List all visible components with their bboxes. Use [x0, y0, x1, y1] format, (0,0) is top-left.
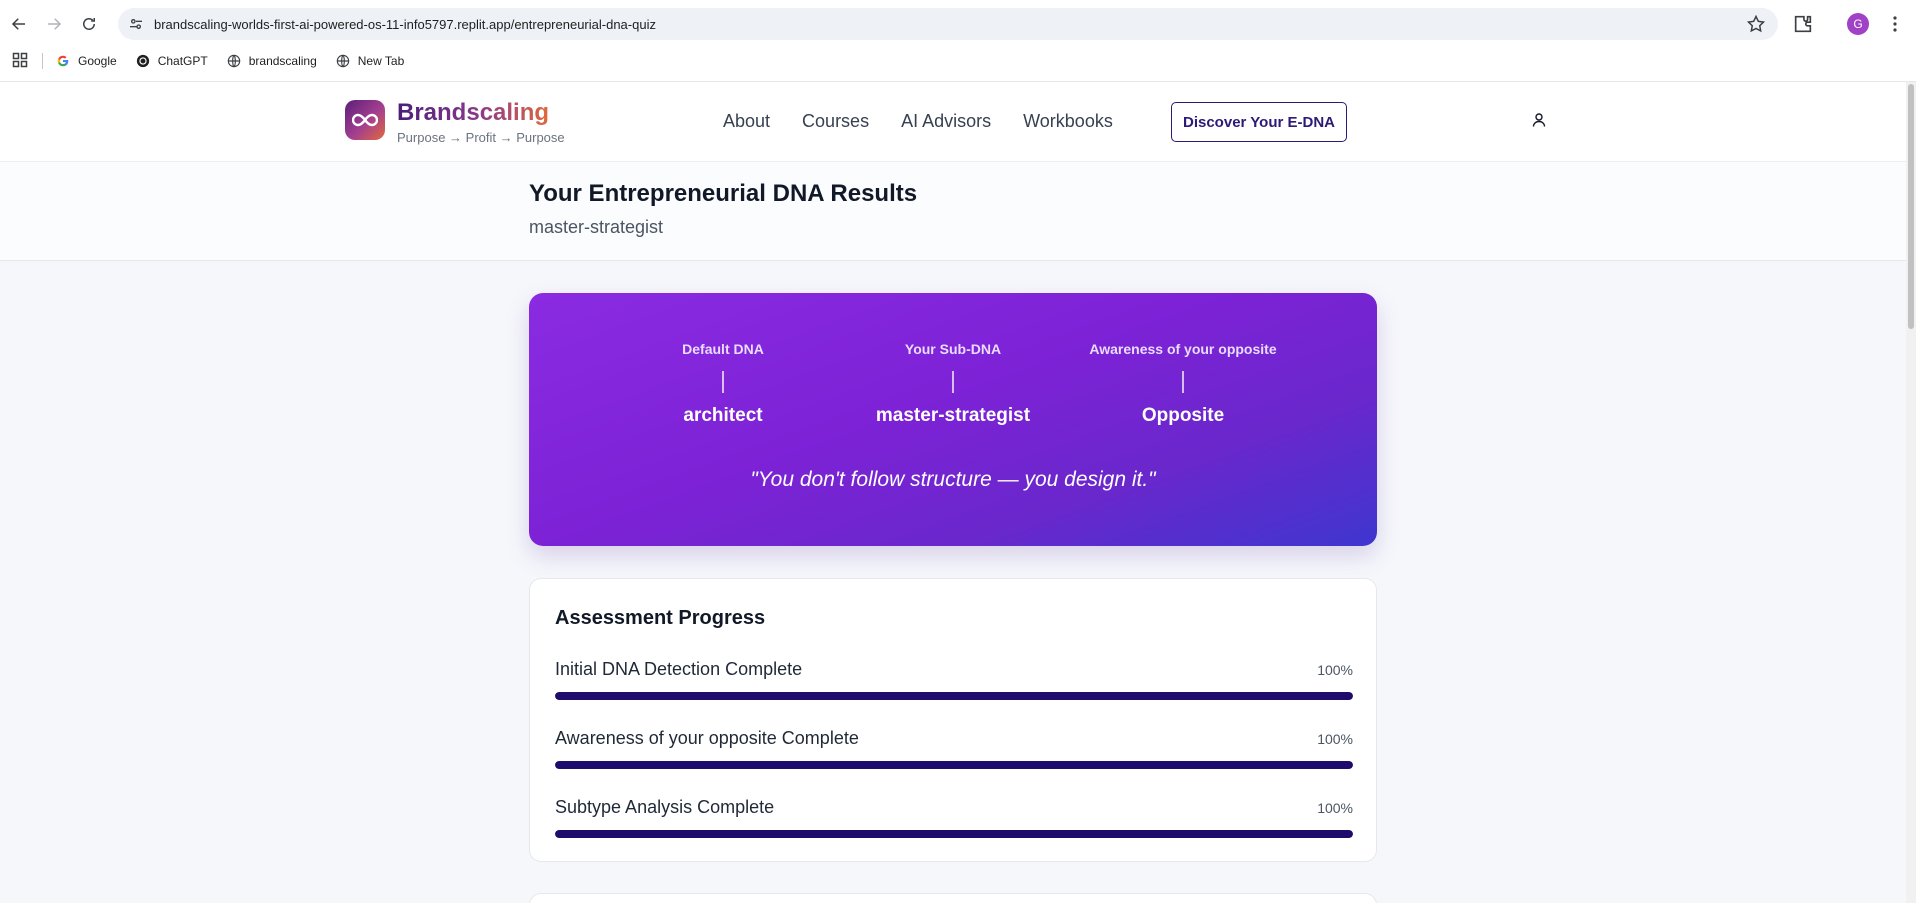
dna-quote: "You don't follow structure — you design…: [750, 468, 1156, 491]
sub-dna-column: Your Sub-DNA master-strategist: [843, 341, 1063, 427]
default-dna-label: Default DNA: [682, 341, 764, 357]
bookmark-label: brandscaling: [248, 54, 317, 68]
progress-percent: 100%: [1317, 800, 1353, 816]
dna-summary-card: Default DNA architect Your Sub-DNA maste…: [529, 293, 1377, 546]
url-text[interactable]: brandscaling-worlds-first-ai-powered-os-…: [154, 17, 656, 32]
assessment-progress-card: Assessment Progress Initial DNA Detectio…: [529, 578, 1377, 862]
bookmark-google[interactable]: Google: [55, 53, 117, 69]
main-nav: About Courses AI Advisors Workbooks: [723, 111, 1113, 132]
forward-icon[interactable]: [41, 11, 67, 37]
progress-label: Subtype Analysis Complete: [555, 797, 775, 817]
next-card: [529, 893, 1377, 903]
bookmarks-bar: Google ChatGPT brandscaling New Tab: [0, 47, 1916, 75]
nav-workbooks[interactable]: Workbooks: [1023, 111, 1113, 132]
bookmark-label: ChatGPT: [157, 54, 208, 68]
bookmark-label: Google: [78, 54, 117, 68]
results-header: Your Entrepreneurial DNA Results master-…: [0, 162, 1916, 261]
default-dna-column: Default DNA architect: [613, 341, 833, 427]
apps-grid-icon[interactable]: [12, 52, 30, 70]
nav-about[interactable]: About: [723, 111, 770, 132]
bookmark-brandscaling[interactable]: brandscaling: [226, 53, 317, 69]
divider-line: [722, 371, 724, 393]
infinity-icon[interactable]: [345, 100, 385, 140]
brand-name[interactable]: Brandscaling: [397, 99, 549, 127]
sub-dna-value: master-strategist: [875, 405, 1031, 426]
profile-avatar[interactable]: G: [1847, 13, 1869, 35]
reload-icon[interactable]: [76, 11, 102, 37]
page-scrollbar[interactable]: [1906, 82, 1916, 903]
bookmark-star-icon[interactable]: [1746, 14, 1766, 34]
site-info-icon[interactable]: [118, 8, 154, 40]
divider-line: [952, 371, 954, 393]
chatgpt-icon: [135, 53, 151, 69]
opposite-label: Awareness of your opposite: [1089, 341, 1277, 357]
opposite-value: Opposite: [1141, 405, 1225, 426]
opposite-column: Awareness of your opposite Opposite: [1073, 341, 1293, 427]
address-bar[interactable]: brandscaling-worlds-first-ai-powered-os-…: [118, 8, 1778, 40]
nav-courses[interactable]: Courses: [802, 111, 869, 132]
discover-edna-button[interactable]: Discover Your E-DNA: [1171, 102, 1347, 142]
sub-dna-label: Your Sub-DNA: [904, 341, 1002, 357]
globe-icon: [226, 53, 242, 69]
browser-menu-icon[interactable]: [1884, 13, 1906, 35]
progress-label: Awareness of your opposite Complete: [555, 728, 859, 748]
progress-label: Initial DNA Detection Complete: [555, 659, 803, 679]
site-header: Brandscaling Purpose → Profit → Purpose …: [0, 82, 1916, 162]
page-subtitle: master-strategist: [529, 217, 664, 237]
page-title: Your Entrepreneurial DNA Results: [529, 180, 918, 207]
progress-fill: [555, 692, 1353, 700]
nav-ai-advisors[interactable]: AI Advisors: [901, 111, 991, 132]
bookmark-separator: [42, 53, 43, 69]
browser-chrome: brandscaling-worlds-first-ai-powered-os-…: [0, 0, 1916, 82]
divider-line: [1182, 371, 1184, 393]
progress-track: [555, 692, 1353, 700]
brand-tagline: Purpose → Profit → Purpose: [397, 130, 565, 145]
progress-track: [555, 830, 1353, 838]
bookmark-label: New Tab: [357, 54, 405, 68]
progress-fill: [555, 830, 1353, 838]
back-icon[interactable]: [6, 11, 32, 37]
user-icon[interactable]: [1531, 112, 1549, 130]
default-dna-value: architect: [683, 405, 763, 426]
google-icon: [55, 53, 71, 69]
globe-icon: [335, 53, 351, 69]
scrollbar-thumb[interactable]: [1908, 84, 1914, 329]
progress-percent: 100%: [1317, 662, 1353, 678]
progress-fill: [555, 761, 1353, 769]
address-row: brandscaling-worlds-first-ai-powered-os-…: [0, 0, 1916, 47]
bookmark-chatgpt[interactable]: ChatGPT: [135, 53, 208, 69]
bookmark-new-tab[interactable]: New Tab: [335, 53, 404, 69]
progress-track: [555, 761, 1353, 769]
extensions-icon[interactable]: [1792, 13, 1814, 35]
progress-percent: 100%: [1317, 731, 1353, 747]
progress-title: Assessment Progress: [555, 607, 766, 629]
